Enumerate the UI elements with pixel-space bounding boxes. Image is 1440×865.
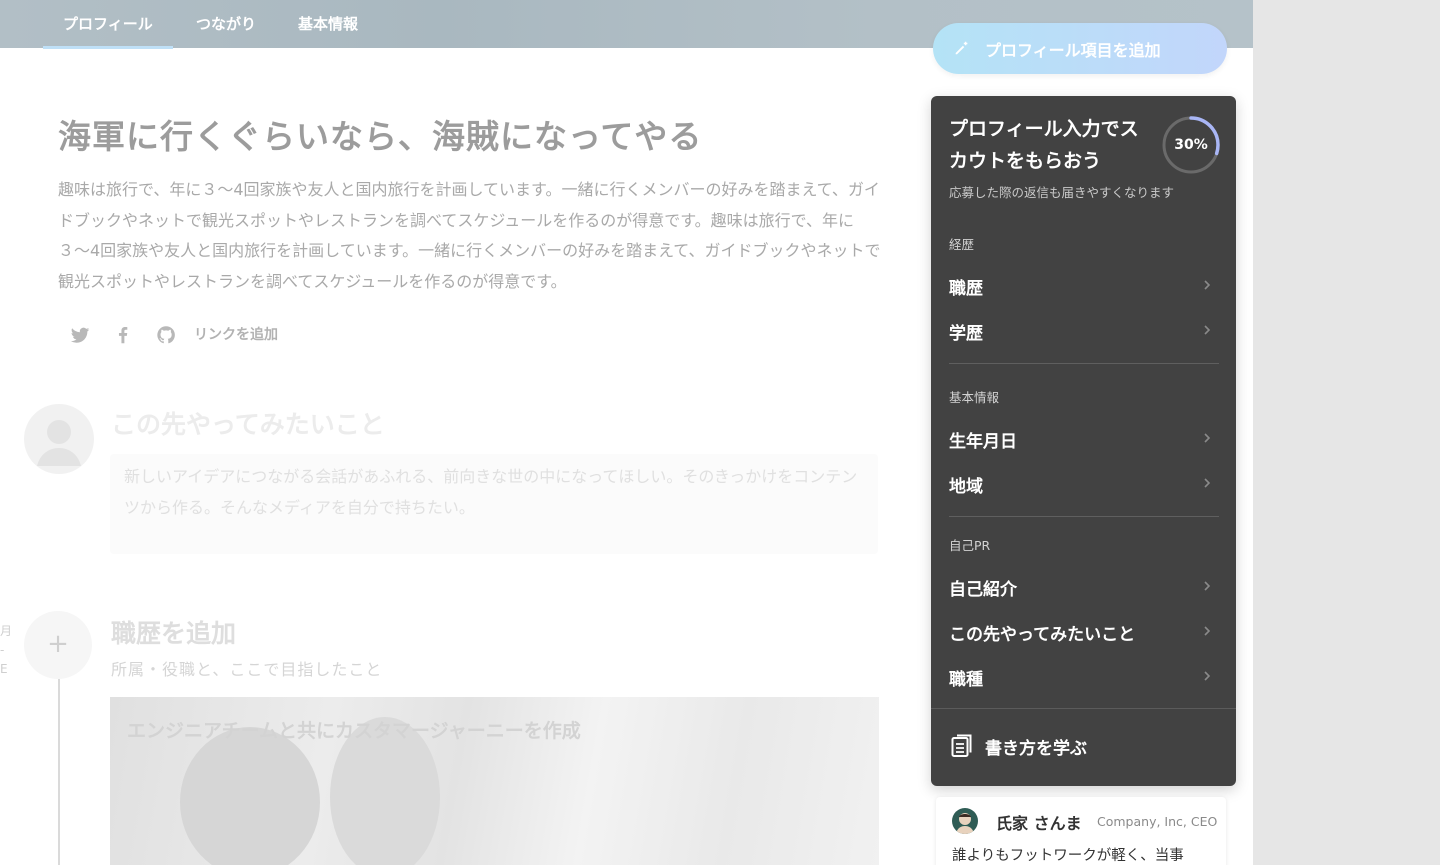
panel-item-work-history[interactable]: 職歴 bbox=[931, 265, 1236, 307]
panel-item-job-type[interactable]: 職種 bbox=[931, 656, 1236, 698]
facebook-icon[interactable] bbox=[112, 324, 134, 346]
panel-item-label: 地域 bbox=[949, 477, 983, 497]
add-profile-item-label: プロフィール項目を追加 bbox=[985, 41, 1161, 60]
add-link-button[interactable]: リンクを追加 bbox=[194, 324, 278, 344]
section-heading-career: 経歴 bbox=[949, 237, 975, 252]
panel-footer-divider bbox=[931, 708, 1236, 709]
panel-item-education[interactable]: 学歴 bbox=[931, 310, 1236, 352]
panel-item-birthdate[interactable]: 生年月日 bbox=[931, 418, 1236, 460]
future-text: 新しいアイデアにつながる会話があふれる、前向きな世の中になってほしい。そのきっか… bbox=[124, 467, 858, 517]
testimonial-name: 氏家 さんま bbox=[996, 814, 1082, 833]
app-window: プロフィール つながり 基本情報 海軍に行くぐらいなら、海賊になってやる 趣味は… bbox=[0, 0, 1253, 865]
avatar bbox=[952, 808, 978, 834]
future-section-title: この先やってみたいこと bbox=[111, 410, 385, 439]
learn-how-to-write-button[interactable]: 書き方を学ぶ bbox=[985, 734, 1087, 759]
chevron-right-icon bbox=[1204, 478, 1211, 488]
testimonial-card: 氏家 さんま Company, Inc, CEO 誰よりもフットワークが軽く、当… bbox=[936, 797, 1226, 865]
add-career-plus-icon[interactable]: + bbox=[24, 611, 92, 679]
user-silhouette-icon bbox=[37, 420, 81, 466]
panel-title: プロフィール入力でスカウトをもらおう bbox=[949, 118, 1139, 172]
person-avatar-icon bbox=[956, 813, 974, 834]
pencil-plus-icon bbox=[955, 41, 968, 55]
add-profile-item-button[interactable]: プロフィール項目を追加 bbox=[933, 23, 1227, 74]
timeline-date-fragment: 月 - E bbox=[0, 624, 13, 676]
future-text-card[interactable]: 新しいアイデアにつながる会話があふれる、前向きな世の中になってほしい。そのきっか… bbox=[110, 454, 878, 554]
career-timeline-line bbox=[58, 679, 60, 865]
panel-subtitle: 応募した際の返信も届きやすくなります bbox=[949, 185, 1175, 200]
avatar-placeholder bbox=[24, 404, 94, 474]
section-heading-self-pr: 自己PR bbox=[949, 538, 991, 553]
panel-divider bbox=[949, 516, 1219, 517]
panel-item-label: 職歴 bbox=[949, 279, 983, 299]
panel-item-label: 自己紹介 bbox=[949, 580, 1017, 600]
profile-bio: 趣味は旅行で、年に３〜4回家族や友人と国内旅行を計画しています。一緒に行くメンバ… bbox=[58, 180, 881, 291]
section-heading-basic-info: 基本情報 bbox=[949, 390, 1000, 405]
panel-item-label: 職種 bbox=[949, 670, 983, 690]
photo-person-left bbox=[180, 727, 320, 865]
chevron-right-icon bbox=[1204, 671, 1211, 681]
chevron-right-icon bbox=[1204, 325, 1211, 335]
panel-item-label: 学歴 bbox=[949, 324, 983, 344]
testimonial-quote: 誰よりもフットワークが軽く、当事 bbox=[952, 848, 1184, 864]
panel-item-self-intro[interactable]: 自己紹介 bbox=[931, 566, 1236, 608]
tab-profile[interactable]: プロフィール bbox=[63, 0, 153, 48]
chevron-right-icon bbox=[1204, 626, 1211, 636]
chevron-right-icon bbox=[1204, 581, 1211, 591]
panel-item-region[interactable]: 地域 bbox=[931, 463, 1236, 505]
panel-item-future-goals[interactable]: この先やってみたいこと bbox=[931, 611, 1236, 653]
tab-connections[interactable]: つながり bbox=[196, 0, 256, 48]
document-icon bbox=[951, 734, 972, 757]
active-tab-indicator bbox=[43, 46, 173, 49]
twitter-icon[interactable] bbox=[69, 324, 91, 346]
panel-item-label: この先やってみたいこと bbox=[949, 625, 1136, 645]
completion-progress-ring: 30% bbox=[1161, 115, 1221, 175]
add-career-title[interactable]: 職歴を追加 bbox=[111, 614, 236, 650]
add-career-subtitle: 所属・役職と、ここで目指したこと bbox=[111, 660, 383, 679]
career-photo-card[interactable]: エンジニアチームと共にカスタマージャーニーを作成 bbox=[110, 697, 879, 865]
chevron-right-icon bbox=[1204, 280, 1211, 290]
panel-divider bbox=[949, 363, 1219, 364]
github-icon[interactable] bbox=[155, 324, 177, 346]
tab-basic-info[interactable]: 基本情報 bbox=[298, 0, 358, 48]
chevron-right-icon bbox=[1204, 433, 1211, 443]
profile-headline: 海軍に行くぐらいなら、海賊になってやる bbox=[58, 117, 703, 156]
testimonial-role: Company, Inc, CEO bbox=[1097, 814, 1218, 829]
progress-percent: 30% bbox=[1174, 137, 1208, 153]
panel-item-label: 生年月日 bbox=[949, 432, 1017, 452]
profile-completion-panel: プロフィール入力でスカウトをもらおう 30% 応募した際の返信も届きやすくなりま… bbox=[931, 96, 1236, 786]
career-photo-caption: エンジニアチームと共にカスタマージャーニーを作成 bbox=[127, 720, 581, 742]
